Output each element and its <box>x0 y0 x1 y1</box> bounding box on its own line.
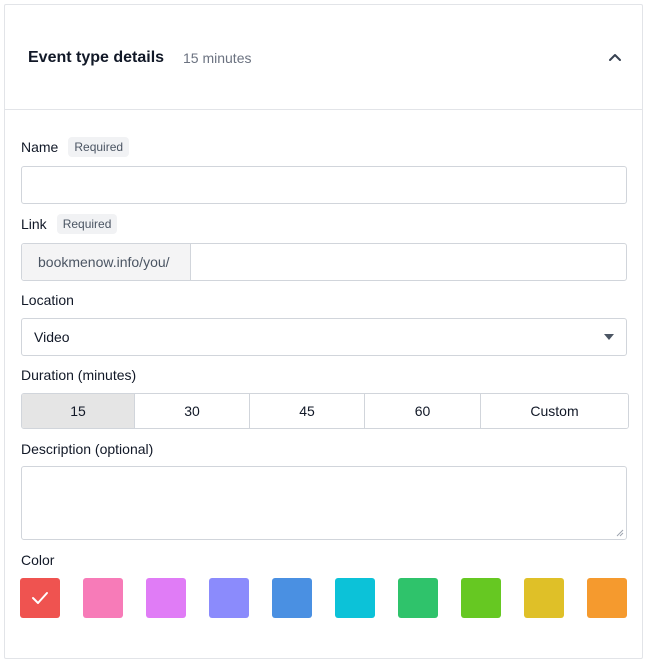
duration-label: Duration (minutes) <box>21 367 137 383</box>
link-label-row: Link Required <box>21 214 118 234</box>
caret-down-icon <box>604 334 614 340</box>
name-input[interactable] <box>21 166 627 204</box>
chevron-up-icon[interactable] <box>605 50 625 66</box>
description-label: Description (optional) <box>21 441 154 457</box>
duration-option-30[interactable]: 30 <box>135 394 250 428</box>
required-badge: Required <box>56 214 118 234</box>
duration-segmented-control: 15 30 45 60 Custom <box>21 393 629 429</box>
link-label: Link <box>21 216 47 232</box>
color-swatch-yellow[interactable] <box>524 578 564 618</box>
color-swatch-magenta[interactable] <box>146 578 186 618</box>
duration-option-custom[interactable]: Custom <box>481 394 628 428</box>
link-prefix: bookmenow.info/you/ <box>22 244 191 280</box>
card-subtitle: 15 minutes <box>183 50 252 66</box>
color-swatch-lime[interactable] <box>461 578 501 618</box>
check-icon <box>32 592 48 604</box>
location-select[interactable]: Video <box>21 318 627 356</box>
location-label: Location <box>21 292 74 308</box>
color-swatch-cyan[interactable] <box>335 578 375 618</box>
color-swatch-orange[interactable] <box>587 578 627 618</box>
resize-handle-icon[interactable] <box>616 529 624 537</box>
required-badge: Required <box>68 137 130 157</box>
duration-option-60[interactable]: 60 <box>365 394 481 428</box>
color-swatch-pink[interactable] <box>83 578 123 618</box>
card-header[interactable]: Event type details 15 minutes <box>5 5 642 110</box>
name-label: Name <box>21 139 59 155</box>
duration-option-45[interactable]: 45 <box>250 394 365 428</box>
color-swatch-lavender[interactable] <box>209 578 249 618</box>
color-label: Color <box>21 552 55 568</box>
color-swatch-blue[interactable] <box>272 578 312 618</box>
link-input[interactable]: bookmenow.info/you/ <box>21 243 627 281</box>
duration-option-15[interactable]: 15 <box>22 394 135 428</box>
event-type-details-card: Event type details 15 minutes Name Requi… <box>4 4 643 659</box>
card-title: Event type details <box>28 49 165 66</box>
description-textarea[interactable] <box>21 466 627 540</box>
name-label-row: Name Required <box>21 137 130 157</box>
color-swatch-green[interactable] <box>398 578 438 618</box>
location-select-value: Video <box>34 329 70 345</box>
color-swatch-red[interactable] <box>20 578 60 618</box>
